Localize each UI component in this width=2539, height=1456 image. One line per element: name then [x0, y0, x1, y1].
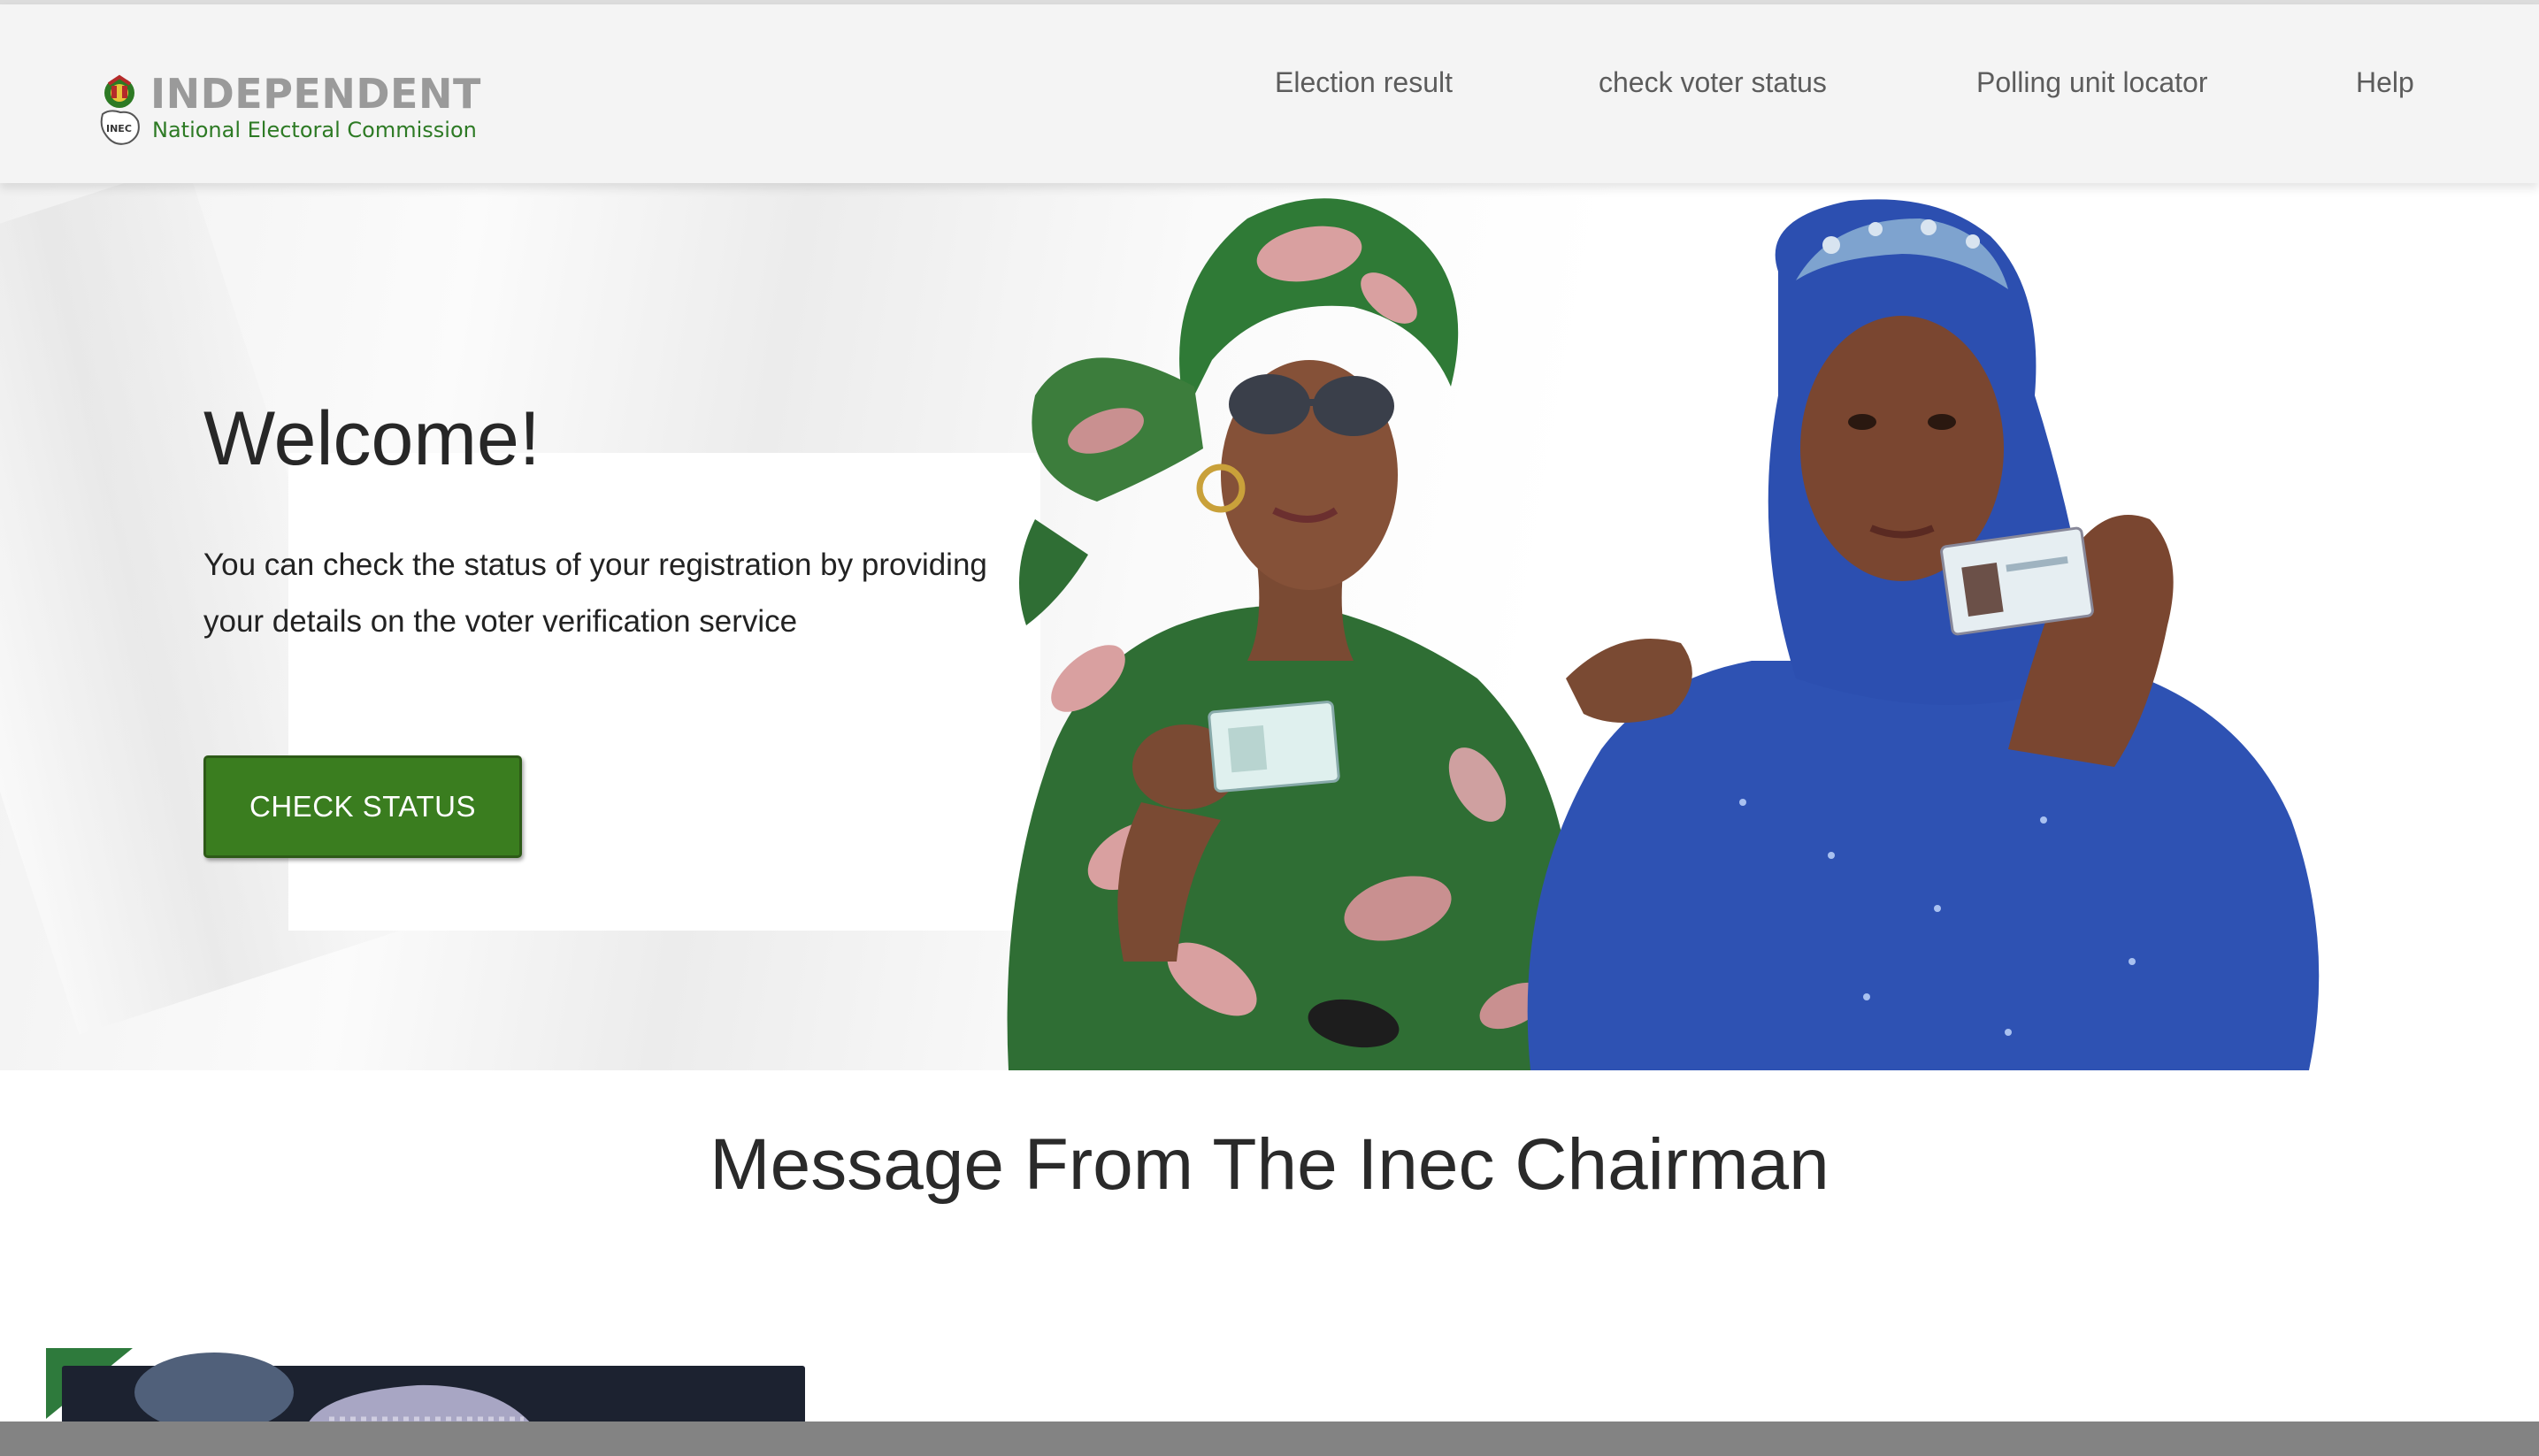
nav-help[interactable]: Help	[2356, 66, 2414, 99]
hero-text-panel	[288, 453, 1040, 931]
inec-emblem-icon: INEC	[100, 74, 140, 145]
logo-title: INDEPENDENT	[150, 70, 481, 118]
nav-election-result[interactable]: Election result	[1275, 66, 1453, 99]
inec-logo[interactable]: INEC INDEPENDENT National Electoral Comm…	[94, 68, 480, 157]
nav-check-voter-status[interactable]: check voter status	[1599, 66, 1827, 99]
svg-text:INEC: INEC	[106, 123, 132, 134]
hero-banner: Welcome! You can check the status of you…	[0, 183, 2539, 1070]
hero-description: You can check the status of your registr…	[203, 548, 987, 639]
woman-green-dress	[1007, 198, 1575, 1070]
logo-subtitle: National Electoral Commission	[152, 118, 477, 142]
woman-blue-hijab	[1527, 199, 2320, 1070]
nav-polling-unit-locator[interactable]: Polling unit locator	[1976, 66, 2207, 99]
chairman-section-title: Message From The Inec Chairman	[710, 1124, 1829, 1205]
check-status-button[interactable]: CHECK STATUS	[203, 755, 522, 858]
bottom-bar	[0, 1422, 2539, 1456]
hero-photo	[1007, 198, 2320, 1070]
welcome-heading: Welcome!	[203, 396, 541, 481]
navbar: INEC INDEPENDENT National Electoral Comm…	[0, 4, 2539, 183]
